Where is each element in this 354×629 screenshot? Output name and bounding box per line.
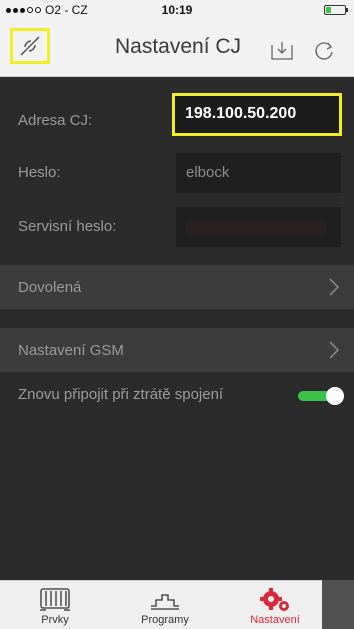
address-field[interactable]: 198.100.50.200 — [172, 93, 342, 136]
download-icon — [271, 42, 293, 60]
page-title: Nastavení CJ — [115, 35, 242, 58]
chevron-right-icon — [329, 341, 340, 359]
tab-prvky[interactable]: Prvky — [10, 581, 100, 629]
toggle-knob — [326, 387, 344, 405]
password-field[interactable]: elbock — [176, 153, 341, 193]
settings-content: Adresa CJ: 198.100.50.200 Heslo: elbock … — [0, 77, 354, 580]
app-screen: O2 - CZ 10:19 Nastavení CJ Adresa CJ: 19… — [0, 0, 354, 629]
gsm-settings-row[interactable]: Nastavení GSM — [0, 328, 354, 372]
tab-programy[interactable]: Programy — [115, 581, 215, 629]
status-time: 10:19 — [161, 3, 193, 17]
gears-icon — [260, 588, 289, 611]
tab-prvky-label: Prvky — [41, 614, 69, 626]
service-password-label: Servisní heslo: — [18, 218, 117, 235]
vacation-row[interactable]: Dovolená — [0, 265, 354, 309]
tab-bar: Prvky Programy Nastavení — [0, 580, 354, 629]
address-label: Adresa CJ: — [18, 112, 93, 129]
service-password-row: Servisní heslo: — [0, 199, 354, 253]
tab-nastaveni-label: Nastavení — [250, 614, 300, 626]
service-password-value — [186, 222, 326, 234]
address-row: Adresa CJ: 198.100.50.200 — [0, 93, 354, 147]
service-password-field[interactable] — [176, 207, 341, 247]
radiator-icon — [40, 588, 70, 611]
password-row: Heslo: elbock — [0, 145, 354, 199]
vacation-label: Dovolená — [18, 279, 82, 296]
download-button[interactable] — [270, 39, 294, 61]
tab-programy-label: Programy — [141, 614, 189, 626]
refresh-button[interactable] — [312, 39, 336, 63]
battery-icon — [324, 5, 348, 15]
refresh-icon — [315, 42, 333, 60]
password-label: Heslo: — [18, 164, 61, 181]
reconnect-toggle[interactable] — [298, 387, 344, 405]
plug-disconnect-icon — [20, 36, 40, 56]
tab-nastaveni[interactable]: Nastavení — [230, 581, 320, 629]
status-bar: O2 - CZ 10:19 — [0, 0, 354, 20]
disconnect-button[interactable] — [10, 28, 50, 64]
gsm-settings-label: Nastavení GSM — [18, 342, 124, 359]
navigation-bar: Nastavení CJ — [0, 20, 354, 77]
program-graph-icon — [151, 594, 179, 610]
side-strip — [322, 580, 354, 629]
chevron-right-icon — [329, 278, 340, 296]
reconnect-label: Znovu připojit při ztrátě spojení — [18, 386, 224, 403]
